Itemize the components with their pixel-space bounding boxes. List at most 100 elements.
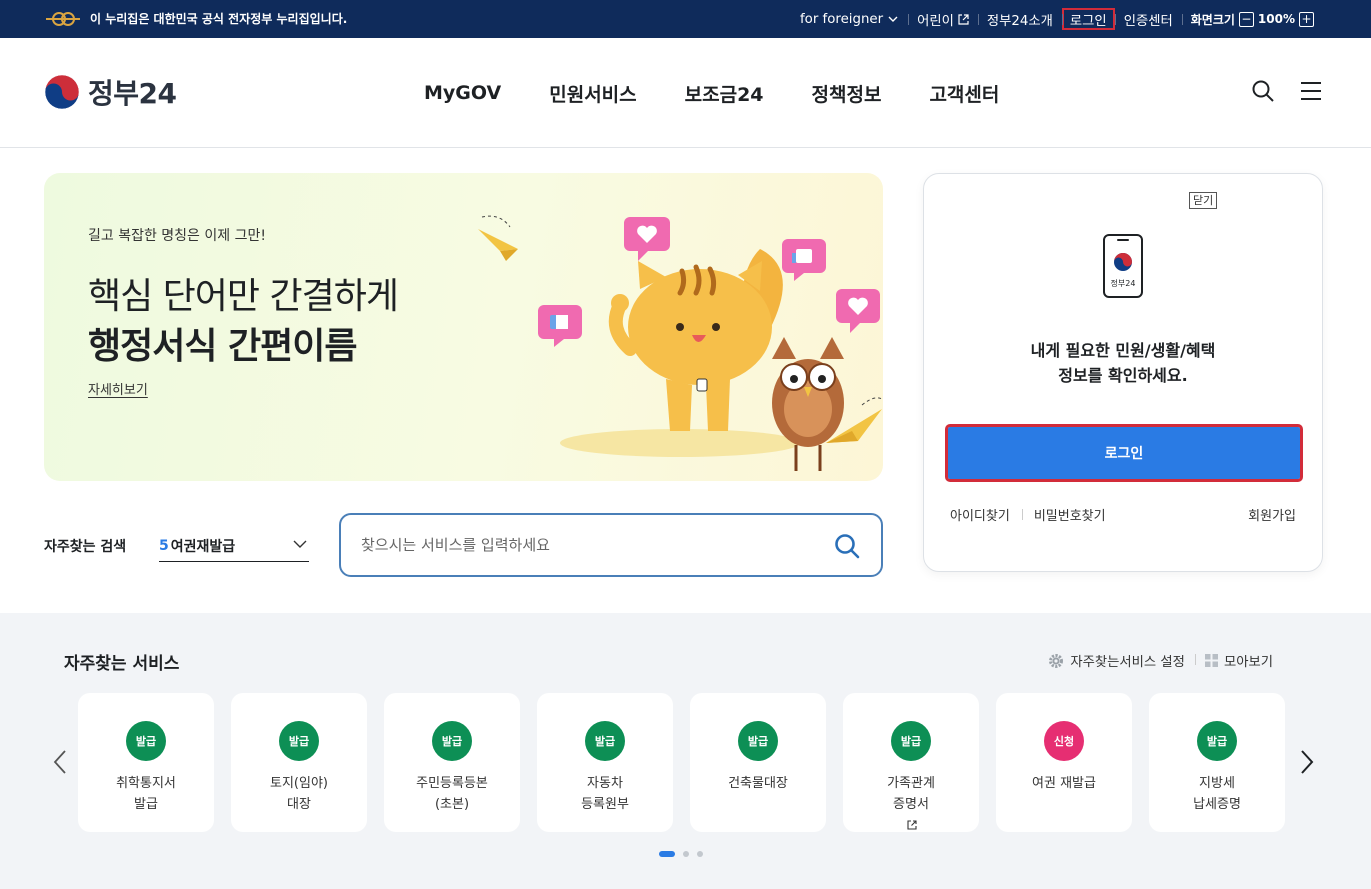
for-foreigner-link[interactable]: for foreigner — [791, 8, 908, 30]
banner-headline-1: 핵심 단어만 간결하게 — [88, 276, 399, 317]
kids-label: 어린이 — [917, 13, 954, 29]
squirrel-mascot — [608, 249, 783, 431]
banner-eyebrow: 길고 복잡한 명칭은 이제 그만! — [88, 228, 266, 244]
services-view-all-label: 모아보기 — [1223, 655, 1273, 670]
mascot-illustration — [478, 215, 882, 471]
utility-menu: for foreigner 어린이 정부24소개 로그인 인증센터 화면크기 −… — [791, 8, 1323, 30]
service-search-box — [339, 513, 883, 577]
banner-more-link[interactable]: 자세히보기 — [88, 379, 148, 398]
service-search-button[interactable] — [833, 532, 861, 560]
menu-icon — [1301, 82, 1321, 100]
owl-mascot — [772, 337, 844, 471]
service-card-land-register[interactable]: 발급 토지(임야) 대장 — [231, 693, 367, 832]
site-header: 정부24 MyGOV 민원서비스 보조금24 정책정보 고객센터 — [0, 38, 1371, 148]
service-name: 여권 재발급 — [1032, 776, 1096, 791]
top-login-link[interactable]: 로그인 — [1061, 8, 1115, 30]
chevron-down-icon — [293, 540, 307, 548]
frequent-search-value: 여권재발급 — [170, 538, 236, 555]
zoom-label: 화면크기 — [1190, 12, 1235, 27]
service-card-vehicle-register[interactable]: 발급 자동차 등록원부 — [537, 693, 673, 832]
service-card-list: 발급 취학통지서 발급 발급 토지(임야) 대장 발급 주민등록등본 (초본) 발급 … — [78, 693, 1285, 832]
carousel-page-1[interactable] — [659, 851, 675, 857]
frequent-search-rank: 5 — [159, 537, 169, 554]
frequent-services-section: 자주찾는 서비스 자주찾는서비스 설정 모아보기 발급 취학통지서 발급 발급 토… — [0, 613, 1371, 889]
frequent-search-dropdown[interactable]: 5 여권재발급 — [159, 530, 309, 562]
service-card-passport-reissue[interactable]: 신청 여권 재발급 — [996, 693, 1132, 832]
issue-badge: 발급 — [738, 721, 778, 761]
service-card-school-notice[interactable]: 발급 취학통지서 발급 — [78, 693, 214, 832]
zoom-in-button[interactable]: + — [1299, 11, 1314, 27]
heart-bubble-icon — [624, 217, 670, 261]
like-bubble-icon — [538, 305, 582, 347]
chevron-right-icon — [1301, 750, 1314, 774]
service-name: 취학통지서 발급 — [116, 776, 176, 812]
login-card-close-button[interactable]: 닫기 — [1189, 192, 1218, 209]
official-site-notice: 이 누리집은 대한민국 공식 전자정부 누리집입니다. — [44, 10, 347, 27]
grid-icon — [1204, 654, 1218, 667]
frequent-search-label: 자주찾는 검색 — [44, 539, 127, 555]
gov24-intro-link[interactable]: 정부24소개 — [977, 8, 1062, 30]
gear-icon — [1049, 653, 1064, 668]
signup-link[interactable]: 회원가입 — [1248, 505, 1296, 524]
service-name: 가족관계 증명서 — [843, 773, 979, 836]
find-password-link[interactable]: 비밀번호찾기 — [1021, 505, 1118, 524]
main-navigation: MyGOV 민원서비스 보조금24 정책정보 고객센터 — [400, 78, 1023, 108]
for-foreigner-label: for foreigner — [799, 11, 884, 27]
kids-link[interactable]: 어린이 — [908, 8, 978, 30]
chevron-left-icon — [53, 750, 66, 774]
screen-zoom-control: 화면크기 − 100% + — [1181, 8, 1323, 30]
carousel-next-button[interactable] — [1297, 747, 1317, 777]
issue-badge: 발급 — [891, 721, 931, 761]
nav-civil-services[interactable]: 민원서비스 — [525, 78, 660, 108]
notice-text: 이 누리집은 대한민국 공식 전자정부 누리집입니다. — [90, 12, 348, 26]
find-id-link[interactable]: 아이디찾기 — [950, 505, 1022, 524]
carousel-prev-button[interactable] — [50, 747, 70, 777]
service-name: 주민등록등본 (초본) — [416, 776, 488, 812]
service-name: 자동차 등록원부 — [581, 776, 629, 812]
nav-mygov[interactable]: MyGOV — [400, 78, 525, 108]
logo-text: 정부24 — [88, 77, 177, 110]
search-icon — [1252, 80, 1274, 102]
header-menu-button[interactable] — [1298, 78, 1324, 104]
like-bubble-icon — [782, 239, 826, 281]
zoom-out-button[interactable]: − — [1238, 11, 1254, 27]
services-tools: 자주찾는서비스 설정 모아보기 — [1038, 651, 1283, 670]
service-card-resident-registration[interactable]: 발급 주민등록등본 (초본) — [384, 693, 520, 832]
carousel-pagination — [659, 851, 703, 857]
apply-badge: 신청 — [1044, 721, 1084, 761]
login-button[interactable]: 로그인 — [945, 424, 1303, 482]
nav-subsidy24[interactable]: 보조금24 — [661, 78, 788, 108]
promo-banner: 길고 복잡한 명칭은 이제 그만! 핵심 단어만 간결하게 행정서식 간편이름 … — [44, 173, 883, 481]
carousel-page-3[interactable] — [697, 851, 703, 857]
auth-center-label: 인증센터 — [1123, 13, 1173, 29]
gov24-logo-link[interactable]: 정부24 — [44, 72, 177, 112]
login-card: 닫기 정부24 내게 필요한 민원/생활/혜택 정보를 확인하세요. 로그인 아… — [923, 173, 1323, 572]
issue-badge: 발급 — [279, 721, 319, 761]
government-notice-bar: 이 누리집은 대한민국 공식 전자정부 누리집입니다. for foreigne… — [0, 0, 1371, 38]
service-card-local-tax-certificate[interactable]: 발급 지방세 납세증명 — [1149, 693, 1285, 832]
services-view-all-button[interactable]: 모아보기 — [1194, 651, 1283, 670]
frequent-services-title: 자주찾는 서비스 — [64, 654, 180, 674]
issue-badge: 발급 — [585, 721, 625, 761]
issue-badge: 발급 — [1197, 721, 1237, 761]
top-login-label: 로그인 — [1069, 13, 1107, 29]
account-links: 아이디찾기 비밀번호찾기 — [950, 505, 1118, 524]
service-card-family-certificate[interactable]: 발급 가족관계 증명서 — [843, 693, 979, 832]
auth-center-link[interactable]: 인증센터 — [1114, 8, 1182, 30]
service-card-building-register[interactable]: 발급 건축물대장 — [690, 693, 826, 832]
issue-badge: 발급 — [126, 721, 166, 761]
service-name: 지방세 납세증명 — [1193, 776, 1241, 812]
header-search-button[interactable] — [1250, 78, 1276, 104]
banner-headline-2: 행정서식 간편이름 — [88, 326, 357, 367]
service-search-input[interactable] — [361, 533, 811, 557]
issue-badge: 발급 — [432, 721, 472, 761]
taegeuk-logo-icon — [44, 74, 80, 110]
external-link-icon — [906, 820, 917, 830]
service-name: 토지(임야) 대장 — [270, 776, 328, 812]
heart-bubble-icon — [836, 289, 880, 333]
phone-label: 정부24 — [1111, 278, 1136, 288]
nav-customer-center[interactable]: 고객센터 — [905, 78, 1023, 108]
carousel-page-2[interactable] — [683, 851, 689, 857]
nav-policy-info[interactable]: 정책정보 — [788, 78, 906, 108]
services-settings-button[interactable]: 자주찾는서비스 설정 — [1038, 651, 1195, 670]
